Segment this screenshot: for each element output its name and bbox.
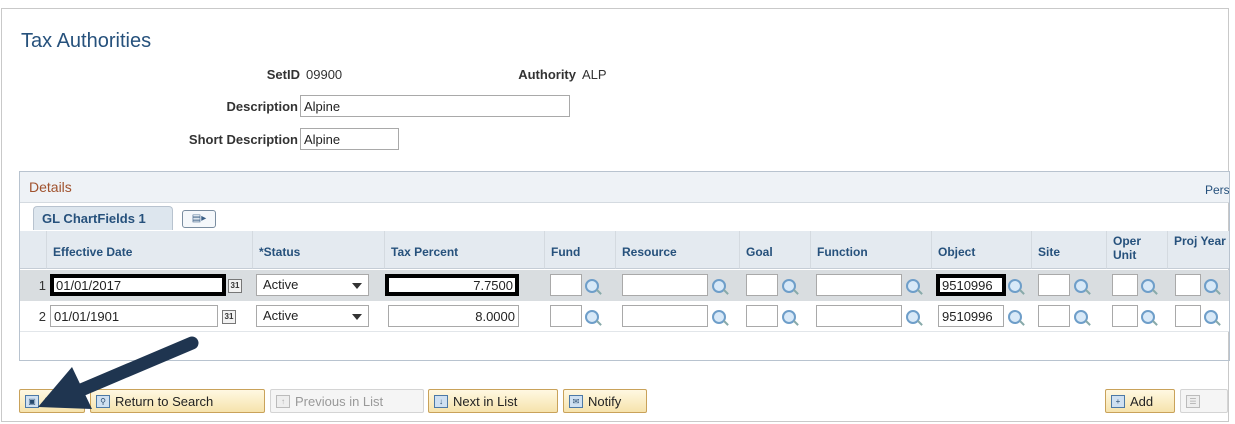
lookup-icon[interactable] bbox=[712, 310, 726, 324]
function-input[interactable] bbox=[816, 305, 902, 327]
row-number: 1 bbox=[38, 278, 46, 293]
col-head-object[interactable]: Object bbox=[932, 231, 1032, 269]
function-input[interactable] bbox=[816, 274, 902, 296]
lookup-icon[interactable] bbox=[1141, 279, 1155, 293]
lookup-icon[interactable] bbox=[585, 279, 599, 293]
add-label: Add bbox=[1130, 394, 1154, 409]
return-to-search-label: Return to Search bbox=[115, 394, 214, 409]
add-icon: + bbox=[1111, 395, 1125, 408]
table-row: 1 31 Active bbox=[20, 270, 1229, 301]
personalize-link[interactable]: Pers bbox=[1205, 183, 1229, 197]
lookup-icon[interactable] bbox=[1204, 279, 1218, 293]
next-in-list-label: Next in List bbox=[453, 394, 518, 409]
lookup-icon[interactable] bbox=[906, 310, 920, 324]
tax-percent-input[interactable] bbox=[385, 274, 519, 296]
notify-icon: ✉ bbox=[569, 395, 583, 408]
lookup-icon[interactable] bbox=[1008, 310, 1022, 324]
details-grid: Details Pers GL ChartFields 1 ▤▸ Effecti… bbox=[19, 171, 1230, 361]
proj-year-input[interactable] bbox=[1175, 274, 1201, 296]
description-label: Description bbox=[226, 99, 298, 114]
col-head-rownum bbox=[20, 231, 47, 269]
lookup-icon[interactable] bbox=[1008, 279, 1022, 293]
fund-input[interactable] bbox=[550, 305, 582, 327]
add-button[interactable]: + Add bbox=[1105, 389, 1175, 413]
short-description-label: Short Description bbox=[188, 132, 298, 147]
authority-value: ALP bbox=[582, 67, 607, 82]
col-head-function[interactable]: Function bbox=[811, 231, 932, 269]
details-header: Details Pers bbox=[20, 172, 1229, 203]
short-description-input[interactable] bbox=[300, 128, 399, 150]
search-icon: ⚲ bbox=[96, 395, 110, 408]
fund-input[interactable] bbox=[550, 274, 582, 296]
save-label: Save bbox=[44, 394, 74, 409]
show-all-columns-icon[interactable]: ▤▸ bbox=[182, 210, 216, 228]
object-input[interactable] bbox=[938, 305, 1004, 327]
site-input[interactable] bbox=[1038, 305, 1070, 327]
tax-percent-input[interactable] bbox=[388, 305, 519, 327]
resource-input[interactable] bbox=[622, 305, 708, 327]
goal-input[interactable] bbox=[746, 274, 778, 296]
effective-date-input[interactable] bbox=[50, 305, 218, 327]
lookup-icon[interactable] bbox=[1074, 279, 1088, 293]
details-title: Details bbox=[29, 179, 72, 195]
status-select[interactable]: Active bbox=[256, 274, 369, 296]
goal-input[interactable] bbox=[746, 305, 778, 327]
authority-label: Authority bbox=[518, 67, 576, 82]
calendar-icon[interactable]: 31 bbox=[222, 310, 236, 324]
object-input[interactable] bbox=[936, 274, 1006, 296]
notify-button[interactable]: ✉ Notify bbox=[563, 389, 647, 413]
lookup-icon[interactable] bbox=[782, 279, 796, 293]
notify-label: Notify bbox=[588, 394, 622, 409]
table-row: 2 31 Active bbox=[20, 301, 1229, 332]
col-head-tax-percent[interactable]: Tax Percent bbox=[385, 231, 545, 269]
lookup-icon[interactable] bbox=[1074, 310, 1088, 324]
lookup-icon[interactable] bbox=[1141, 310, 1155, 324]
floppy-disk-icon: ▣ bbox=[25, 395, 39, 408]
previous-in-list-label: Previous in List bbox=[295, 394, 384, 409]
previous-in-list-button[interactable]: ↑ Previous in List bbox=[270, 389, 424, 413]
resource-input[interactable] bbox=[622, 274, 708, 296]
tab-gl-chartfields-1[interactable]: GL ChartFields 1 bbox=[33, 206, 173, 230]
lookup-icon[interactable] bbox=[1204, 310, 1218, 324]
site-input[interactable] bbox=[1038, 274, 1070, 296]
setid-value: 09900 bbox=[306, 67, 343, 82]
lookup-icon[interactable] bbox=[712, 279, 726, 293]
chevron-down-icon bbox=[352, 314, 362, 320]
description-input[interactable] bbox=[300, 95, 570, 117]
next-in-list-button[interactable]: ↓ Next in List bbox=[428, 389, 558, 413]
status-value: Active bbox=[263, 277, 299, 292]
proj-year-input[interactable] bbox=[1175, 305, 1201, 327]
return-to-search-button[interactable]: ⚲ Return to Search bbox=[90, 389, 265, 413]
lookup-icon[interactable] bbox=[906, 279, 920, 293]
save-button[interactable]: ▣ Save bbox=[19, 389, 85, 413]
col-head-site[interactable]: Site bbox=[1032, 231, 1107, 269]
row-number: 2 bbox=[38, 309, 46, 324]
previous-list-icon: ↑ bbox=[276, 395, 290, 408]
col-head-fund[interactable]: Fund bbox=[545, 231, 616, 269]
col-head-oper-unit[interactable]: Oper Unit bbox=[1107, 231, 1168, 269]
page-title: Tax Authorities bbox=[21, 30, 152, 52]
col-head-effective-date[interactable]: Effective Date bbox=[47, 231, 253, 269]
update-display-button[interactable]: ☰ bbox=[1180, 389, 1228, 413]
col-head-status[interactable]: *Status bbox=[253, 231, 385, 269]
calendar-icon[interactable]: 31 bbox=[228, 279, 242, 293]
update-icon: ☰ bbox=[1186, 395, 1200, 408]
col-head-proj-year[interactable]: Proj Year bbox=[1168, 231, 1229, 269]
oper-unit-input[interactable] bbox=[1112, 274, 1138, 296]
oper-unit-input[interactable] bbox=[1112, 305, 1138, 327]
status-value: Active bbox=[263, 308, 299, 323]
effective-date-input[interactable] bbox=[50, 274, 226, 296]
lookup-icon[interactable] bbox=[585, 310, 599, 324]
col-head-resource[interactable]: Resource bbox=[616, 231, 740, 269]
status-select[interactable]: Active bbox=[256, 305, 369, 327]
col-head-goal[interactable]: Goal bbox=[740, 231, 811, 269]
setid-label: SetID bbox=[266, 67, 300, 82]
lookup-icon[interactable] bbox=[782, 310, 796, 324]
next-list-icon: ↓ bbox=[434, 395, 448, 408]
chevron-down-icon bbox=[352, 283, 362, 289]
